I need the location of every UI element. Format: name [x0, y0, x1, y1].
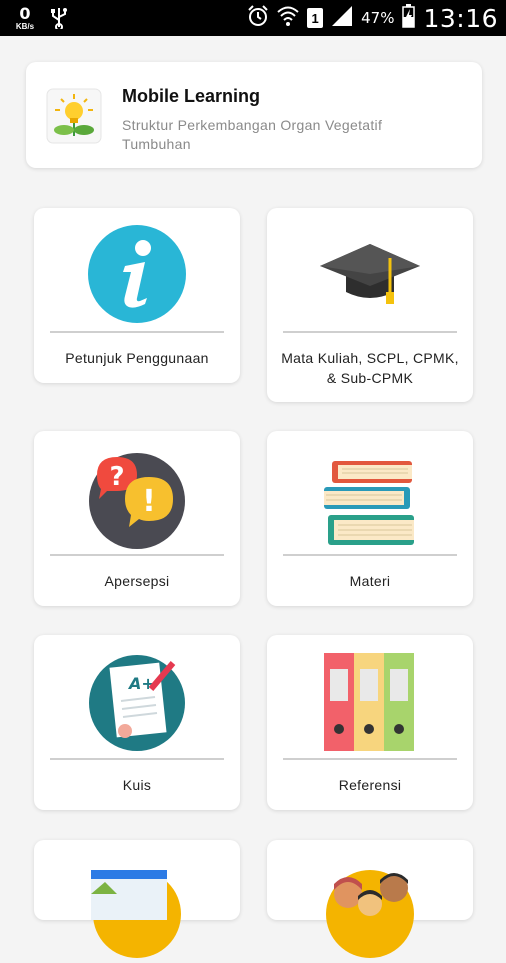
card-divider	[283, 758, 457, 760]
menu-card-mata-kuliah[interactable]: Mata Kuliah, SCPL, CPMK, & Sub-CPMK	[267, 208, 473, 402]
network-speed: 0 KB/s	[10, 3, 40, 31]
menu-card-kuis[interactable]: A+ Kuis	[34, 635, 240, 810]
svg-text:?: ?	[109, 462, 124, 492]
team-people-icon	[318, 854, 422, 958]
info-icon	[85, 222, 189, 326]
menu-card-label: Petunjuk Penggunaan	[65, 350, 209, 366]
menu-card-label: Kuis	[122, 777, 152, 793]
binders-icon	[318, 649, 422, 753]
card-divider	[283, 331, 457, 333]
signal-icon	[331, 5, 353, 32]
app-header-card: Mobile Learning Struktur Perkembangan Or…	[26, 62, 482, 168]
menu-card-petunjuk-penggunaan[interactable]: Petunjuk Penggunaan	[34, 208, 240, 383]
menu-card-team[interactable]	[267, 840, 473, 958]
menu-card-materi[interactable]: Materi	[267, 431, 473, 606]
alarm-icon	[247, 4, 269, 32]
usb-icon	[50, 7, 68, 29]
battery-percent: 47%	[361, 9, 395, 27]
status-bar: 0 KB/s 1 47% 13:16	[0, 0, 506, 36]
app-title: Mobile Learning	[122, 86, 261, 106]
plant-bulb-logo	[46, 88, 102, 144]
battery-icon	[402, 3, 416, 33]
card-divider	[50, 331, 224, 333]
network-speed-unit: KB/s	[15, 21, 35, 31]
books-icon	[318, 445, 422, 549]
menu-card-label: Referensi	[338, 777, 402, 793]
network-speed-value: 0	[19, 3, 31, 23]
card-divider	[50, 758, 224, 760]
menu-card-label: Materi	[349, 573, 391, 589]
svg-text:A+: A+	[127, 674, 155, 693]
menu-card-label: Apersepsi	[104, 573, 170, 589]
menu-card-referensi[interactable]: Referensi	[267, 635, 473, 810]
quiz-paper-icon: A+	[85, 649, 189, 753]
svg-text:!: !	[142, 484, 156, 519]
sim-icon: 1	[307, 8, 324, 28]
app-subtitle: Struktur Perkembangan Organ Vegetatif Tu…	[122, 117, 383, 152]
browser-window-icon	[85, 854, 189, 958]
menu-card-apersepsi[interactable]: ? ! Apersepsi	[34, 431, 240, 606]
clock: 13:16	[423, 3, 498, 33]
card-divider	[283, 554, 457, 556]
question-exclamation-icon: ? !	[85, 445, 189, 549]
menu-card-label: Mata Kuliah, SCPL, CPMK, & Sub-CPMK	[281, 350, 459, 386]
card-divider	[50, 554, 224, 556]
graduation-cap-icon	[318, 222, 422, 326]
menu-card-browser[interactable]	[34, 840, 240, 958]
wifi-icon	[277, 5, 299, 32]
